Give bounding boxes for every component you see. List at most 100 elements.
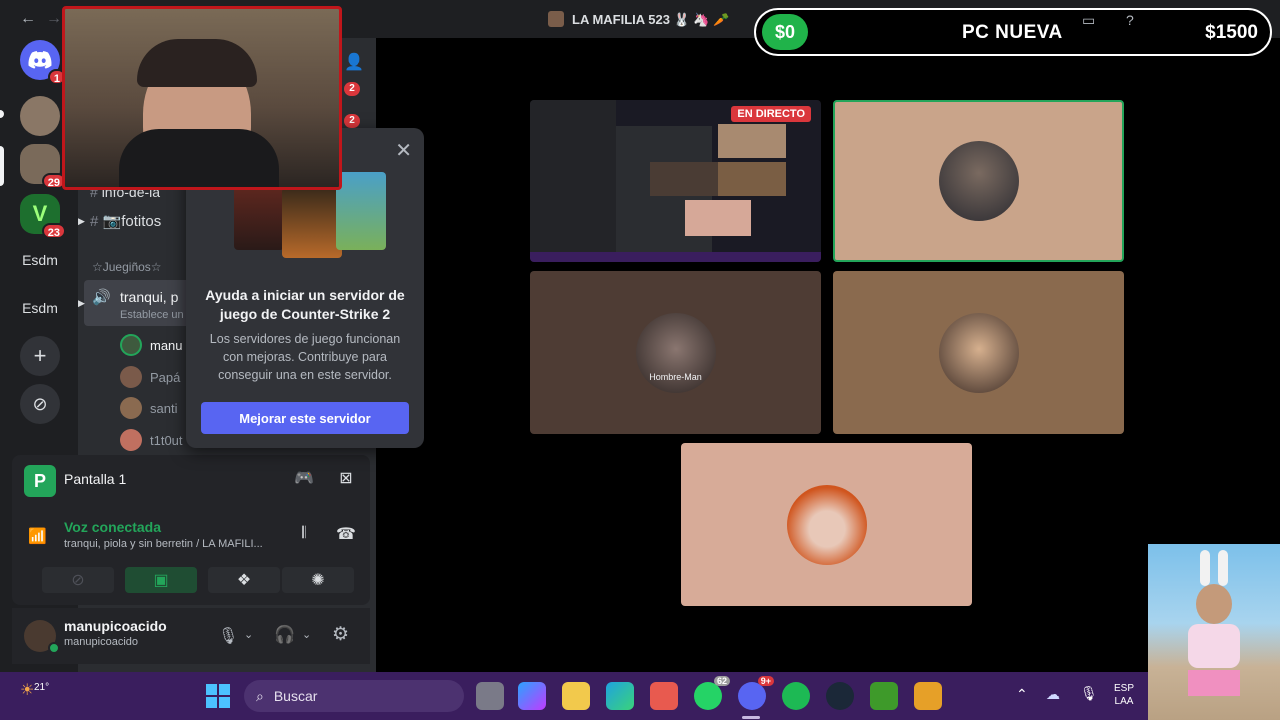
camera-off-icon: ⊘	[71, 572, 85, 589]
discover-button[interactable]: ⊘	[20, 384, 60, 424]
person-top	[1188, 624, 1240, 668]
avatar	[120, 429, 142, 451]
stream-preview-taskbar	[530, 252, 821, 262]
avatar	[120, 397, 142, 419]
server-icon	[548, 11, 564, 27]
taskbar: ☀ 21° ⌕ Buscar 62 9+ ⌃ ☁ 🎙 ESP LAA	[0, 672, 1280, 720]
game-art-image	[282, 188, 342, 258]
member-name: t1t0ut	[150, 432, 183, 448]
window-title-text: LA MAFILIA 523 🐰 🦄 🥕	[572, 12, 730, 27]
server-text-1[interactable]: Esdm	[14, 252, 66, 268]
plus-icon: +	[33, 343, 47, 368]
microphone-button[interactable]: 🎙	[218, 626, 238, 646]
donation-goal-bar: $0 PC NUEVA $1500	[754, 8, 1272, 56]
headphones-icon: 🎧	[274, 625, 296, 644]
chevron-up-icon[interactable]: ⌃	[1016, 686, 1028, 703]
discord-taskbar-icon[interactable]: 9+	[738, 676, 774, 710]
activity-button[interactable]: 🎮	[284, 465, 324, 491]
steam-icon[interactable]	[826, 682, 854, 710]
voice-channel-status: Establece un	[120, 309, 184, 321]
voice-channel-name: tranqui, p	[120, 289, 179, 305]
mention-badge: 2	[344, 82, 360, 96]
folder-icon[interactable]	[562, 682, 590, 710]
voice-status[interactable]: Voz conectada	[64, 519, 161, 535]
window-title: LA MAFILIA 523 🐰 🦄 🥕	[548, 11, 729, 28]
edge-icon[interactable]	[606, 682, 634, 710]
boost-server-button[interactable]: Mejorar este servidor	[201, 402, 409, 434]
avatar	[938, 312, 1019, 393]
mention-badge: 2	[344, 114, 360, 128]
selected-indicator	[0, 146, 4, 186]
onedrive-icon[interactable]: ☁	[1046, 686, 1060, 703]
stop-stream-button[interactable]: ⊠	[326, 465, 366, 491]
popup-title: Ayuda a iniciar un servidor de juego de …	[205, 287, 405, 322]
server-text-2[interactable]: Esdm	[14, 300, 66, 316]
minecraft-icon[interactable]	[870, 682, 898, 710]
video-tile-speaking[interactable]	[833, 100, 1124, 262]
voice-channel-path[interactable]: tranqui, piola y sin berretin / LA MAFIL…	[64, 538, 284, 550]
settings-button[interactable]: ⚙	[332, 623, 349, 646]
task-view-icon[interactable]	[476, 682, 504, 710]
goal-label: PC NUEVA	[962, 22, 1063, 43]
camera-button[interactable]: ⊘	[42, 567, 114, 593]
language-code: ESP	[1114, 683, 1135, 694]
mic-options-chevron-down-icon[interactable]: ⌄	[244, 628, 253, 641]
video-tile[interactable]	[681, 443, 972, 606]
audio-options-chevron-down-icon[interactable]: ⌄	[302, 628, 311, 641]
close-icon[interactable]: ✕	[395, 138, 412, 163]
speaker-icon: 🔊	[92, 289, 111, 306]
video-tile[interactable]	[833, 271, 1124, 434]
server-icon-2[interactable]: 29	[20, 144, 66, 189]
store-icon[interactable]	[650, 682, 678, 710]
inbox-icon[interactable]: ▭	[1082, 12, 1095, 29]
headphones-button[interactable]: 🎧	[274, 625, 295, 645]
voice-member[interactable]: Papá	[120, 364, 180, 390]
help-icon[interactable]: ?	[1126, 12, 1134, 28]
voice-member[interactable]: santi	[120, 395, 177, 421]
person-head	[1196, 584, 1232, 624]
voice-member[interactable]: manu	[120, 332, 183, 358]
screen-share-tile[interactable]: EN DIRECTO	[530, 100, 821, 262]
channel-fotitos[interactable]: # 📷fotitos	[90, 212, 161, 230]
windows-logo-icon	[206, 697, 217, 708]
back-button[interactable]: ←	[20, 10, 36, 28]
search-placeholder: Buscar	[273, 688, 318, 704]
rocket-icon: ❖	[236, 572, 252, 589]
activities-button[interactable]: ❖	[208, 567, 280, 593]
server-icon-3[interactable]: V 23	[20, 194, 66, 239]
avatar	[786, 484, 867, 565]
user-panel: manupicoacido manupicoacido 🎙 ⌄ 🎧 ⌄ ⚙	[12, 608, 370, 664]
discord-home-button[interactable]: 1	[20, 40, 66, 85]
server-icon-1[interactable]	[20, 96, 60, 136]
streamer-hair	[137, 39, 257, 87]
microphone-tray-icon[interactable]: 🎙	[1080, 685, 1098, 702]
soundboard-button[interactable]: ✺	[282, 567, 354, 593]
member-name: santi	[150, 400, 178, 416]
category-label[interactable]: ☆Juegiños☆	[92, 260, 162, 274]
add-member-icon[interactable]: 👤	[344, 52, 364, 72]
m365-icon[interactable]	[518, 682, 546, 710]
forward-button[interactable]: →	[46, 10, 62, 28]
bunny-ear	[1218, 550, 1228, 586]
language-indicator[interactable]: ESP LAA	[1114, 682, 1134, 708]
screen-share-button[interactable]: ▣	[125, 567, 197, 593]
noise-suppression-button[interactable]: 𝄃	[284, 521, 324, 547]
goal-current: $0	[762, 14, 808, 50]
whatsapp-icon[interactable]: 62	[694, 676, 730, 710]
video-tile[interactable]: Hombre-Man	[530, 271, 821, 434]
disconnect-button[interactable]: ☎	[326, 521, 366, 547]
stream-preview-tile	[650, 162, 718, 196]
whatsapp-badge: 62	[713, 676, 730, 686]
display-name[interactable]: manupicoacido	[64, 618, 167, 634]
taskbar-search[interactable]: ⌕ Buscar	[244, 680, 464, 712]
add-server-button[interactable]: +	[20, 336, 60, 376]
counter-strike-icon[interactable]	[914, 682, 942, 710]
voice-member[interactable]: t1t0ut	[120, 427, 183, 453]
spotify-icon[interactable]	[782, 682, 810, 710]
member-name: manu	[150, 337, 183, 353]
start-button[interactable]	[206, 684, 230, 708]
username: manupicoacido	[64, 636, 138, 648]
avatar	[120, 334, 142, 356]
weather-icon[interactable]: ☀	[20, 680, 34, 700]
stream-name: Pantalla 1	[64, 471, 127, 487]
